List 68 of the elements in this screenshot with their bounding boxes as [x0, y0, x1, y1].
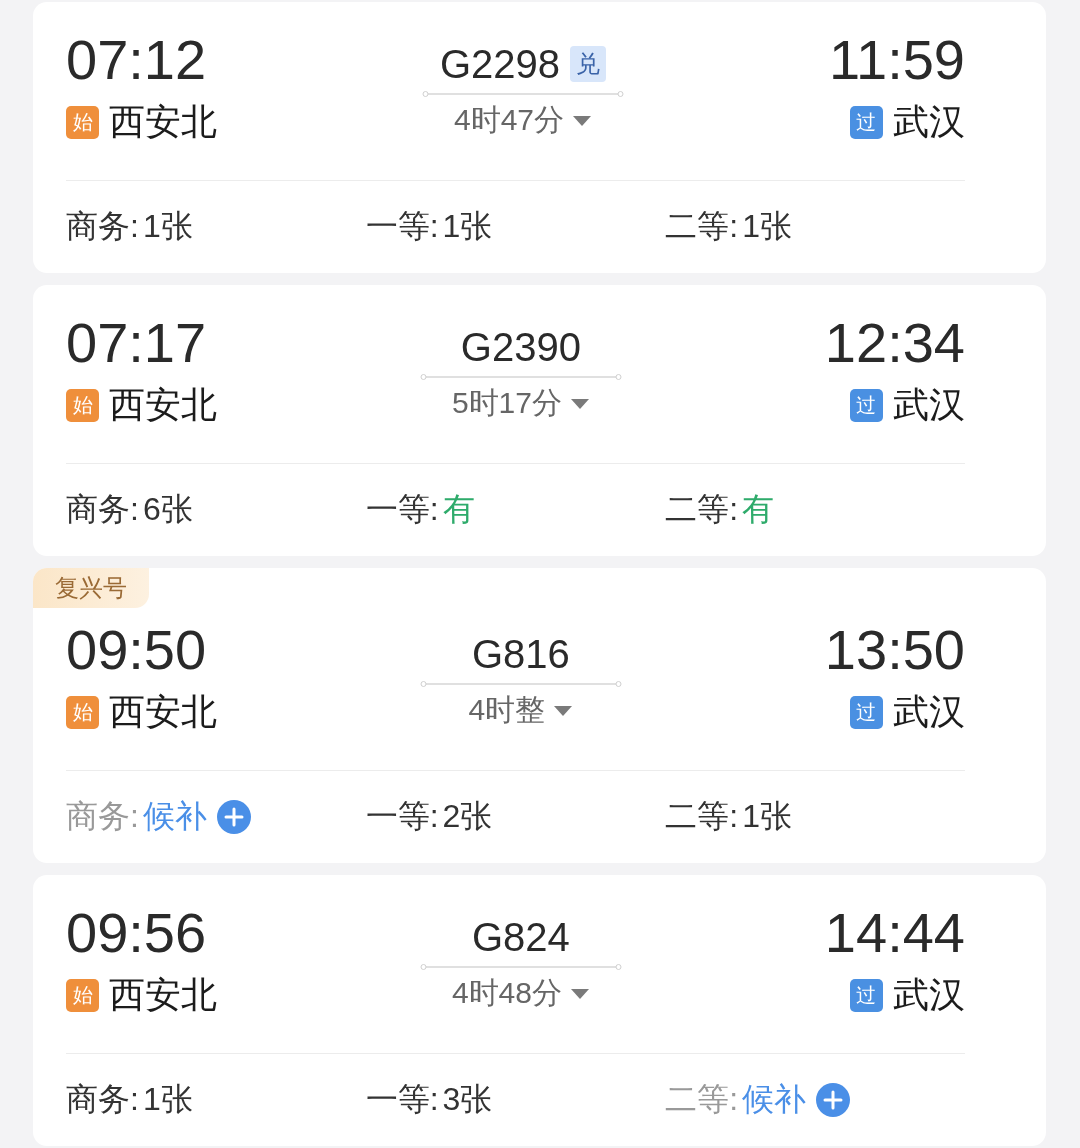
duration: 4时48分	[451, 975, 562, 1011]
seat-class: 一等:	[365, 490, 439, 529]
seat-availability: 1张	[142, 207, 193, 246]
seat-availability: 1张	[142, 1080, 193, 1119]
train-number: G816	[472, 631, 570, 677]
seat-availability: 1张	[442, 207, 493, 246]
arrival-station: 武汉	[893, 972, 965, 1017]
origin-badge: 始	[66, 695, 99, 729]
caret-icon[interactable]	[553, 704, 574, 717]
duration: 4时整	[468, 692, 546, 728]
departure-time: 07:17	[66, 313, 208, 373]
seat-availability: 候补	[742, 1080, 807, 1119]
seat-availability: 2张	[442, 797, 493, 836]
arrival-time: 13:50	[824, 620, 965, 680]
origin-badge: 始	[66, 978, 99, 1012]
seat-availability: 候补	[142, 797, 207, 836]
seat-availability: 6张	[142, 490, 193, 529]
arrival-time: 11:59	[829, 30, 965, 90]
seat-class: 一等:	[365, 1080, 439, 1119]
duration: 5时17分	[451, 385, 562, 421]
pass-through-badge: 过	[850, 105, 883, 139]
train-card[interactable]: 复兴号 09:50 始 西安北 G816 4时整 13:50 过 武汉 商务:候补 一等:2张 二等:1张	[33, 568, 1046, 863]
seat-class: 二等:	[665, 490, 739, 529]
arrival-time: 14:44	[824, 903, 965, 963]
seat-class: 商务:	[66, 797, 139, 836]
train-number: G2298	[439, 41, 561, 87]
seat-availability: 有	[442, 490, 475, 529]
seat-availability: 1张	[742, 207, 793, 246]
seat-availability: 3张	[442, 1080, 493, 1119]
departure-station: 西安北	[109, 99, 217, 144]
seat-availability: 有	[742, 490, 775, 529]
origin-badge: 始	[66, 105, 99, 139]
seat-class: 二等:	[665, 797, 739, 836]
seat-availability: 1张	[742, 797, 793, 836]
departure-station: 西安北	[109, 382, 217, 427]
departure-station: 西安北	[109, 689, 217, 734]
departure-time: 09:56	[66, 903, 208, 963]
seat-class: 二等:	[665, 207, 739, 246]
departure-station: 西安北	[109, 972, 217, 1017]
arrival-time: 12:34	[824, 313, 965, 373]
duration: 4时47分	[453, 102, 565, 138]
departure-time: 07:12	[66, 30, 208, 90]
train-type-tag: 复兴号	[33, 568, 149, 608]
train-card[interactable]: 07:12 始 西安北 G2298 兑 4时47分 11:59 过 武汉 商务:1张 一等:1张 二等:1张	[33, 2, 1046, 273]
caret-icon[interactable]	[572, 114, 593, 127]
arrival-station: 武汉	[893, 382, 965, 427]
arrival-station: 武汉	[893, 99, 965, 144]
caret-icon[interactable]	[569, 987, 590, 1000]
origin-badge: 始	[66, 388, 99, 422]
caret-icon[interactable]	[569, 397, 590, 410]
train-card[interactable]: 07:17 始 西安北 G2390 5时17分 12:34 过 武汉 商务:6张 一等:有 二等:有	[33, 285, 1046, 556]
seat-class: 商务:	[66, 490, 139, 529]
arrival-station: 武汉	[893, 689, 965, 734]
train-card[interactable]: 09:56 始 西安北 G824 4时48分 14:44 过 武汉 商务:1张 一等:3张 二等:候补	[33, 875, 1046, 1146]
departure-time: 09:50	[66, 620, 208, 680]
seat-class: 一等:	[365, 207, 439, 246]
seat-class: 二等:	[665, 1080, 739, 1119]
add-icon[interactable]	[816, 1083, 851, 1117]
pass-through-badge: 过	[850, 978, 883, 1012]
seat-class: 商务:	[66, 207, 139, 246]
seat-class: 商务:	[66, 1080, 139, 1119]
train-number: G824	[472, 914, 570, 960]
pass-through-badge: 过	[850, 695, 883, 729]
add-icon[interactable]	[216, 800, 251, 834]
exchange-badge: 兑	[570, 46, 607, 82]
train-number: G2390	[460, 324, 581, 370]
seat-class: 一等:	[365, 797, 439, 836]
pass-through-badge: 过	[850, 388, 883, 422]
